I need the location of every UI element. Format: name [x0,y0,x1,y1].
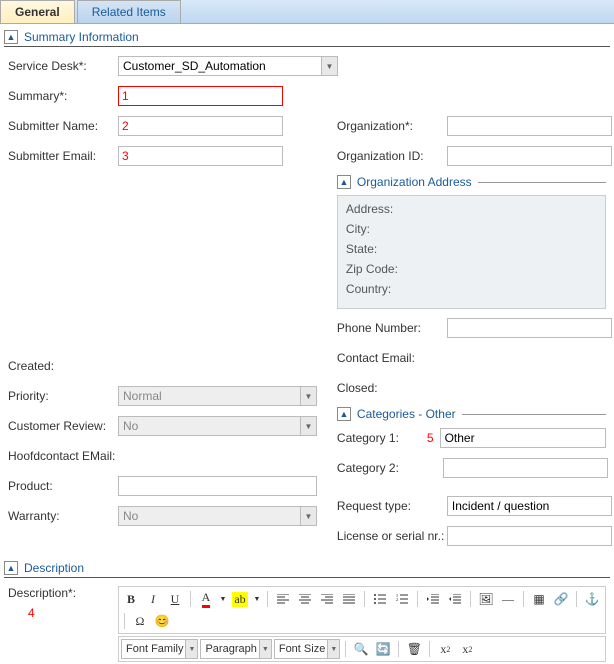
label-contact-email: Contact Email: [337,351,447,365]
tab-bar: General Related Items [0,0,614,24]
priority-select [118,386,317,406]
collapse-icon[interactable]: ▲ [337,175,351,189]
section-title-orgaddr: Organization Address [357,175,472,189]
summary-input[interactable] [118,86,283,106]
org-address-box: Address: City: State: Zip Code: Country: [337,195,606,309]
label-closed: Closed: [337,381,447,395]
phone-input[interactable] [447,318,612,338]
category1-input[interactable] [440,428,606,448]
text-color-arrow[interactable]: ▼ [218,589,228,609]
label-zip: Zip Code: [346,262,416,276]
chevron-down-icon[interactable]: ▼ [327,640,339,658]
italic-button[interactable]: I [143,589,163,609]
label-organization: Organization*: [337,119,447,133]
label-city: City: [346,222,416,236]
product-input[interactable] [118,476,317,496]
collapse-icon[interactable]: ▲ [4,30,18,44]
outdent-icon[interactable] [423,589,443,609]
label-warranty: Warranty: [8,509,118,523]
text-color-button[interactable]: A [196,589,216,609]
underline-button[interactable]: U [165,589,185,609]
chevron-down-icon: ▼ [300,507,316,525]
label-license: License or serial nr.: [337,530,447,543]
label-request-type: Request type: [337,499,447,513]
organization-input[interactable] [447,116,612,136]
align-justify-icon[interactable] [339,589,359,609]
service-desk-select[interactable] [118,56,338,76]
label-hoofdcontact: Hoofdcontact EMail: [8,450,118,463]
label-country: Country: [346,282,416,296]
align-right-icon[interactable] [317,589,337,609]
chevron-down-icon[interactable]: ▼ [185,640,197,658]
link-icon[interactable]: 🔗 [551,589,571,609]
number-list-icon[interactable]: 12 [392,589,412,609]
label-category1: Category 1: [337,431,427,445]
superscript-icon[interactable]: x2 [457,639,477,659]
chevron-down-icon[interactable]: ▼ [321,57,337,75]
label-customer-review: Customer Review: [8,419,118,433]
subscript-icon[interactable]: x2 [435,639,455,659]
label-created: Created: [8,359,118,373]
table-icon[interactable]: ▦ [529,589,549,609]
replace-icon[interactable]: 🔄 [373,639,393,659]
label-category2: Category 2: [337,461,427,475]
label-submitter-name: Submitter Name: [8,119,118,133]
marker-2: 2 [122,119,129,133]
submitter-name-input[interactable] [118,116,283,136]
section-title-categories: Categories - Other [357,407,456,421]
editor-toolbar-2: Font Family ▼ Paragraph ▼ Font Size ▼ 🔍 … [118,636,606,662]
label-address: Address: [346,202,416,216]
collapse-icon[interactable]: ▲ [337,407,351,421]
smiley-icon[interactable]: 😊 [152,611,172,631]
marker-1: 1 [122,89,129,103]
label-organization-id: Organization ID: [337,149,447,163]
align-center-icon[interactable] [295,589,315,609]
label-product: Product: [8,479,118,493]
chevron-down-icon: ▼ [300,387,316,405]
label-submitter-email: Submitter Email: [8,149,118,163]
editor-toolbar-1: B I U A ▼ ab ▼ 12 🖼 [118,586,606,634]
highlight-arrow[interactable]: ▼ [252,589,262,609]
request-type-input[interactable] [447,496,612,516]
svg-text:2: 2 [396,597,398,602]
label-state: State: [346,242,416,256]
align-left-icon[interactable] [273,589,293,609]
section-title-description: Description [24,561,84,575]
label-phone: Phone Number: [337,321,447,335]
hr-icon[interactable]: — [498,589,518,609]
omega-icon[interactable]: Ω [130,611,150,631]
indent-icon[interactable] [445,589,465,609]
bold-button[interactable]: B [121,589,141,609]
highlight-button[interactable]: ab [230,589,250,609]
marker-4: 4 [28,606,118,620]
warranty-select [118,506,317,526]
label-service-desk: Service Desk*: [8,59,118,73]
label-priority: Priority: [8,389,118,403]
description-section: ▲ Description Description*: 4 B I U A ▼ … [4,561,610,664]
find-icon[interactable]: 🔍 [351,639,371,659]
image-icon[interactable]: 🖼 [476,589,496,609]
marker-3: 3 [122,149,129,163]
tab-related-items[interactable]: Related Items [77,0,181,23]
label-summary: Summary*: [8,89,118,103]
customer-review-select [118,416,317,436]
collapse-icon[interactable]: ▲ [4,561,18,575]
marker-5: 5 [427,431,434,445]
organization-id-input[interactable] [447,146,612,166]
anchor-icon[interactable]: ⚓ [582,589,602,609]
chevron-down-icon[interactable]: ▼ [259,640,271,658]
license-input[interactable] [447,526,612,546]
summary-section: ▲ Summary Information Service Desk*: ▼ S… [4,30,610,555]
trash-icon[interactable]: 🗑 [404,639,424,659]
submitter-email-input[interactable] [118,146,283,166]
category2-input[interactable] [443,458,608,478]
chevron-down-icon: ▼ [300,417,316,435]
label-description: Description*: [8,586,118,600]
section-title-summary: Summary Information [24,30,139,44]
bullet-list-icon[interactable] [370,589,390,609]
tab-general[interactable]: General [0,0,75,23]
